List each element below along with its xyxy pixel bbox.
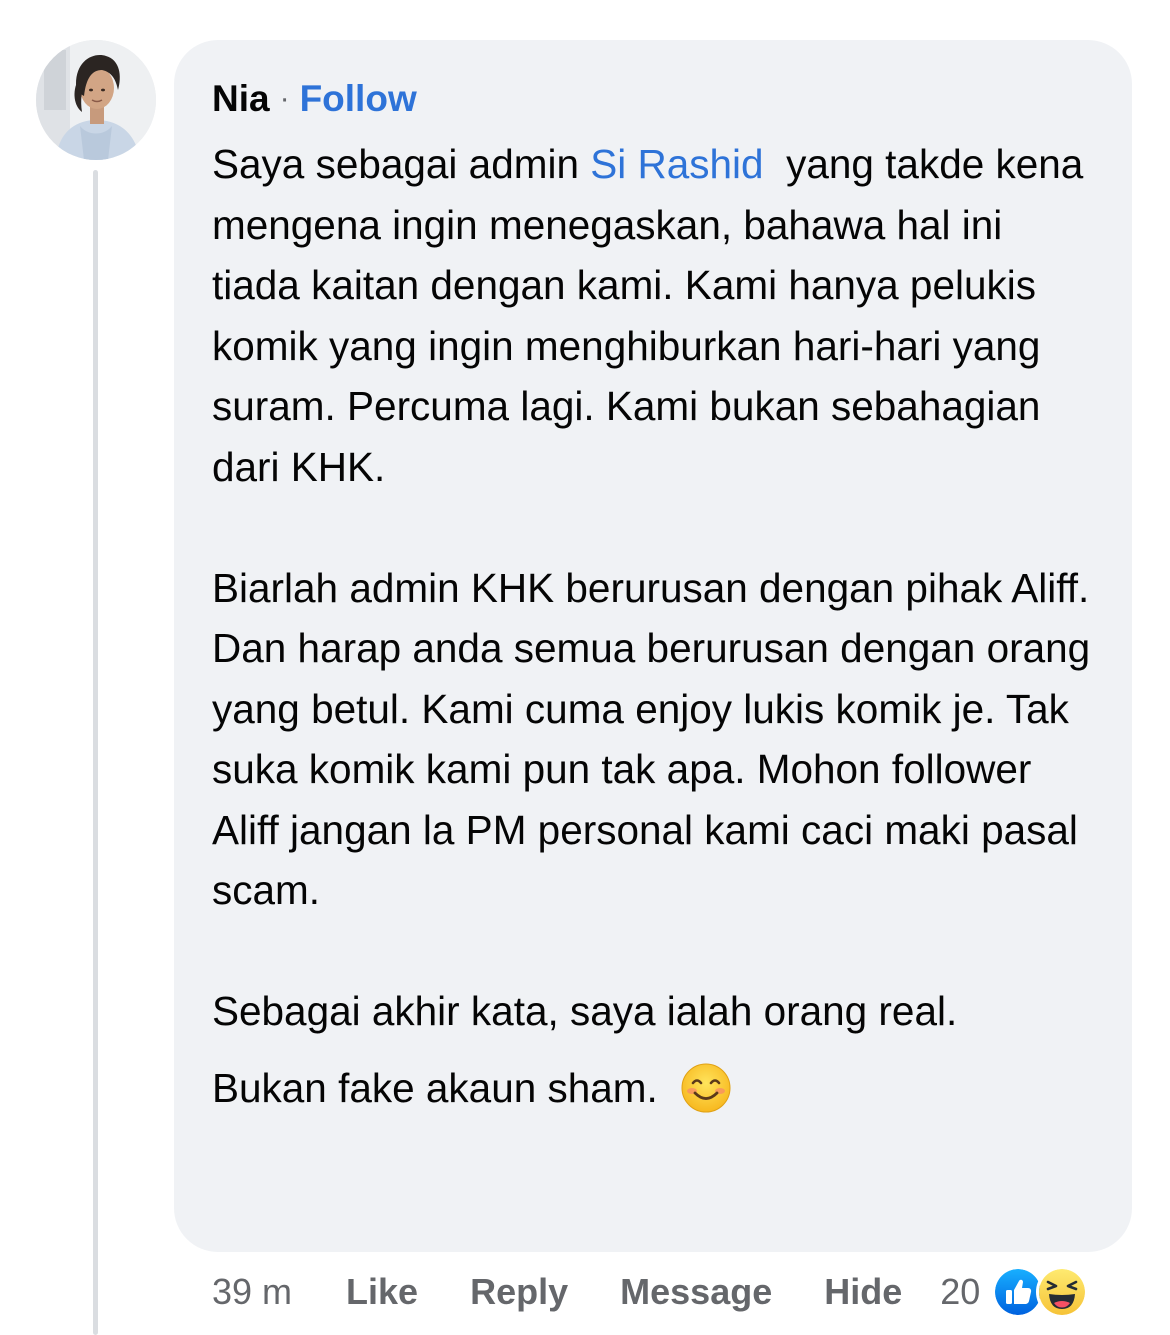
comment-header: Nia · Follow xyxy=(212,74,1094,124)
comment-text: Saya sebagai admin Si Rashid yang takde … xyxy=(212,134,1094,1118)
message-button[interactable]: Message xyxy=(620,1271,772,1313)
comment-paragraph-1: Saya sebagai admin Si Rashid yang takde … xyxy=(212,134,1094,497)
like-button[interactable]: Like xyxy=(346,1271,418,1313)
thread-line xyxy=(93,170,98,1335)
paragraph-3-line-2: Bukan fake akaun sham. xyxy=(212,1064,658,1111)
hide-button[interactable]: Hide xyxy=(824,1271,902,1313)
avatar[interactable] xyxy=(36,40,156,160)
author-name[interactable]: Nia xyxy=(212,78,270,119)
paragraph-3-line-1: Sebagai akhir kata, saya ialah orang rea… xyxy=(212,988,958,1034)
haha-reaction-icon xyxy=(1036,1266,1089,1318)
reaction-icons[interactable] xyxy=(992,1266,1089,1318)
comment-timestamp[interactable]: 39 m xyxy=(212,1271,292,1313)
mention-link[interactable]: Si Rashid xyxy=(590,141,763,187)
comment-actions: 39 m Like Reply Message Hide 20 xyxy=(212,1266,1089,1318)
separator-dot: · xyxy=(279,82,290,115)
comment-bubble: Nia · Follow Saya sebagai admin Si Rashid … xyxy=(174,40,1132,1252)
comment-paragraph-2: Biarlah admin KHK berurusan dengan pihak… xyxy=(212,564,1091,914)
smiling-face-emoji-icon xyxy=(681,1063,731,1112)
comment-paragraph-3: Sebagai akhir kata, saya ialah orang rea… xyxy=(212,981,1094,1118)
profile-photo xyxy=(36,40,156,160)
paragraph-3-line-2-row: Bukan fake akaun sham. xyxy=(212,1058,1094,1118)
paragraph-1-prefix: Saya sebagai admin xyxy=(212,141,591,187)
follow-button[interactable]: Follow xyxy=(300,78,417,119)
reply-button[interactable]: Reply xyxy=(470,1271,568,1313)
paragraph-1-rest: yang takde kena mengena ingin menegaskan… xyxy=(212,141,1095,490)
reaction-count[interactable]: 20 xyxy=(940,1271,980,1313)
